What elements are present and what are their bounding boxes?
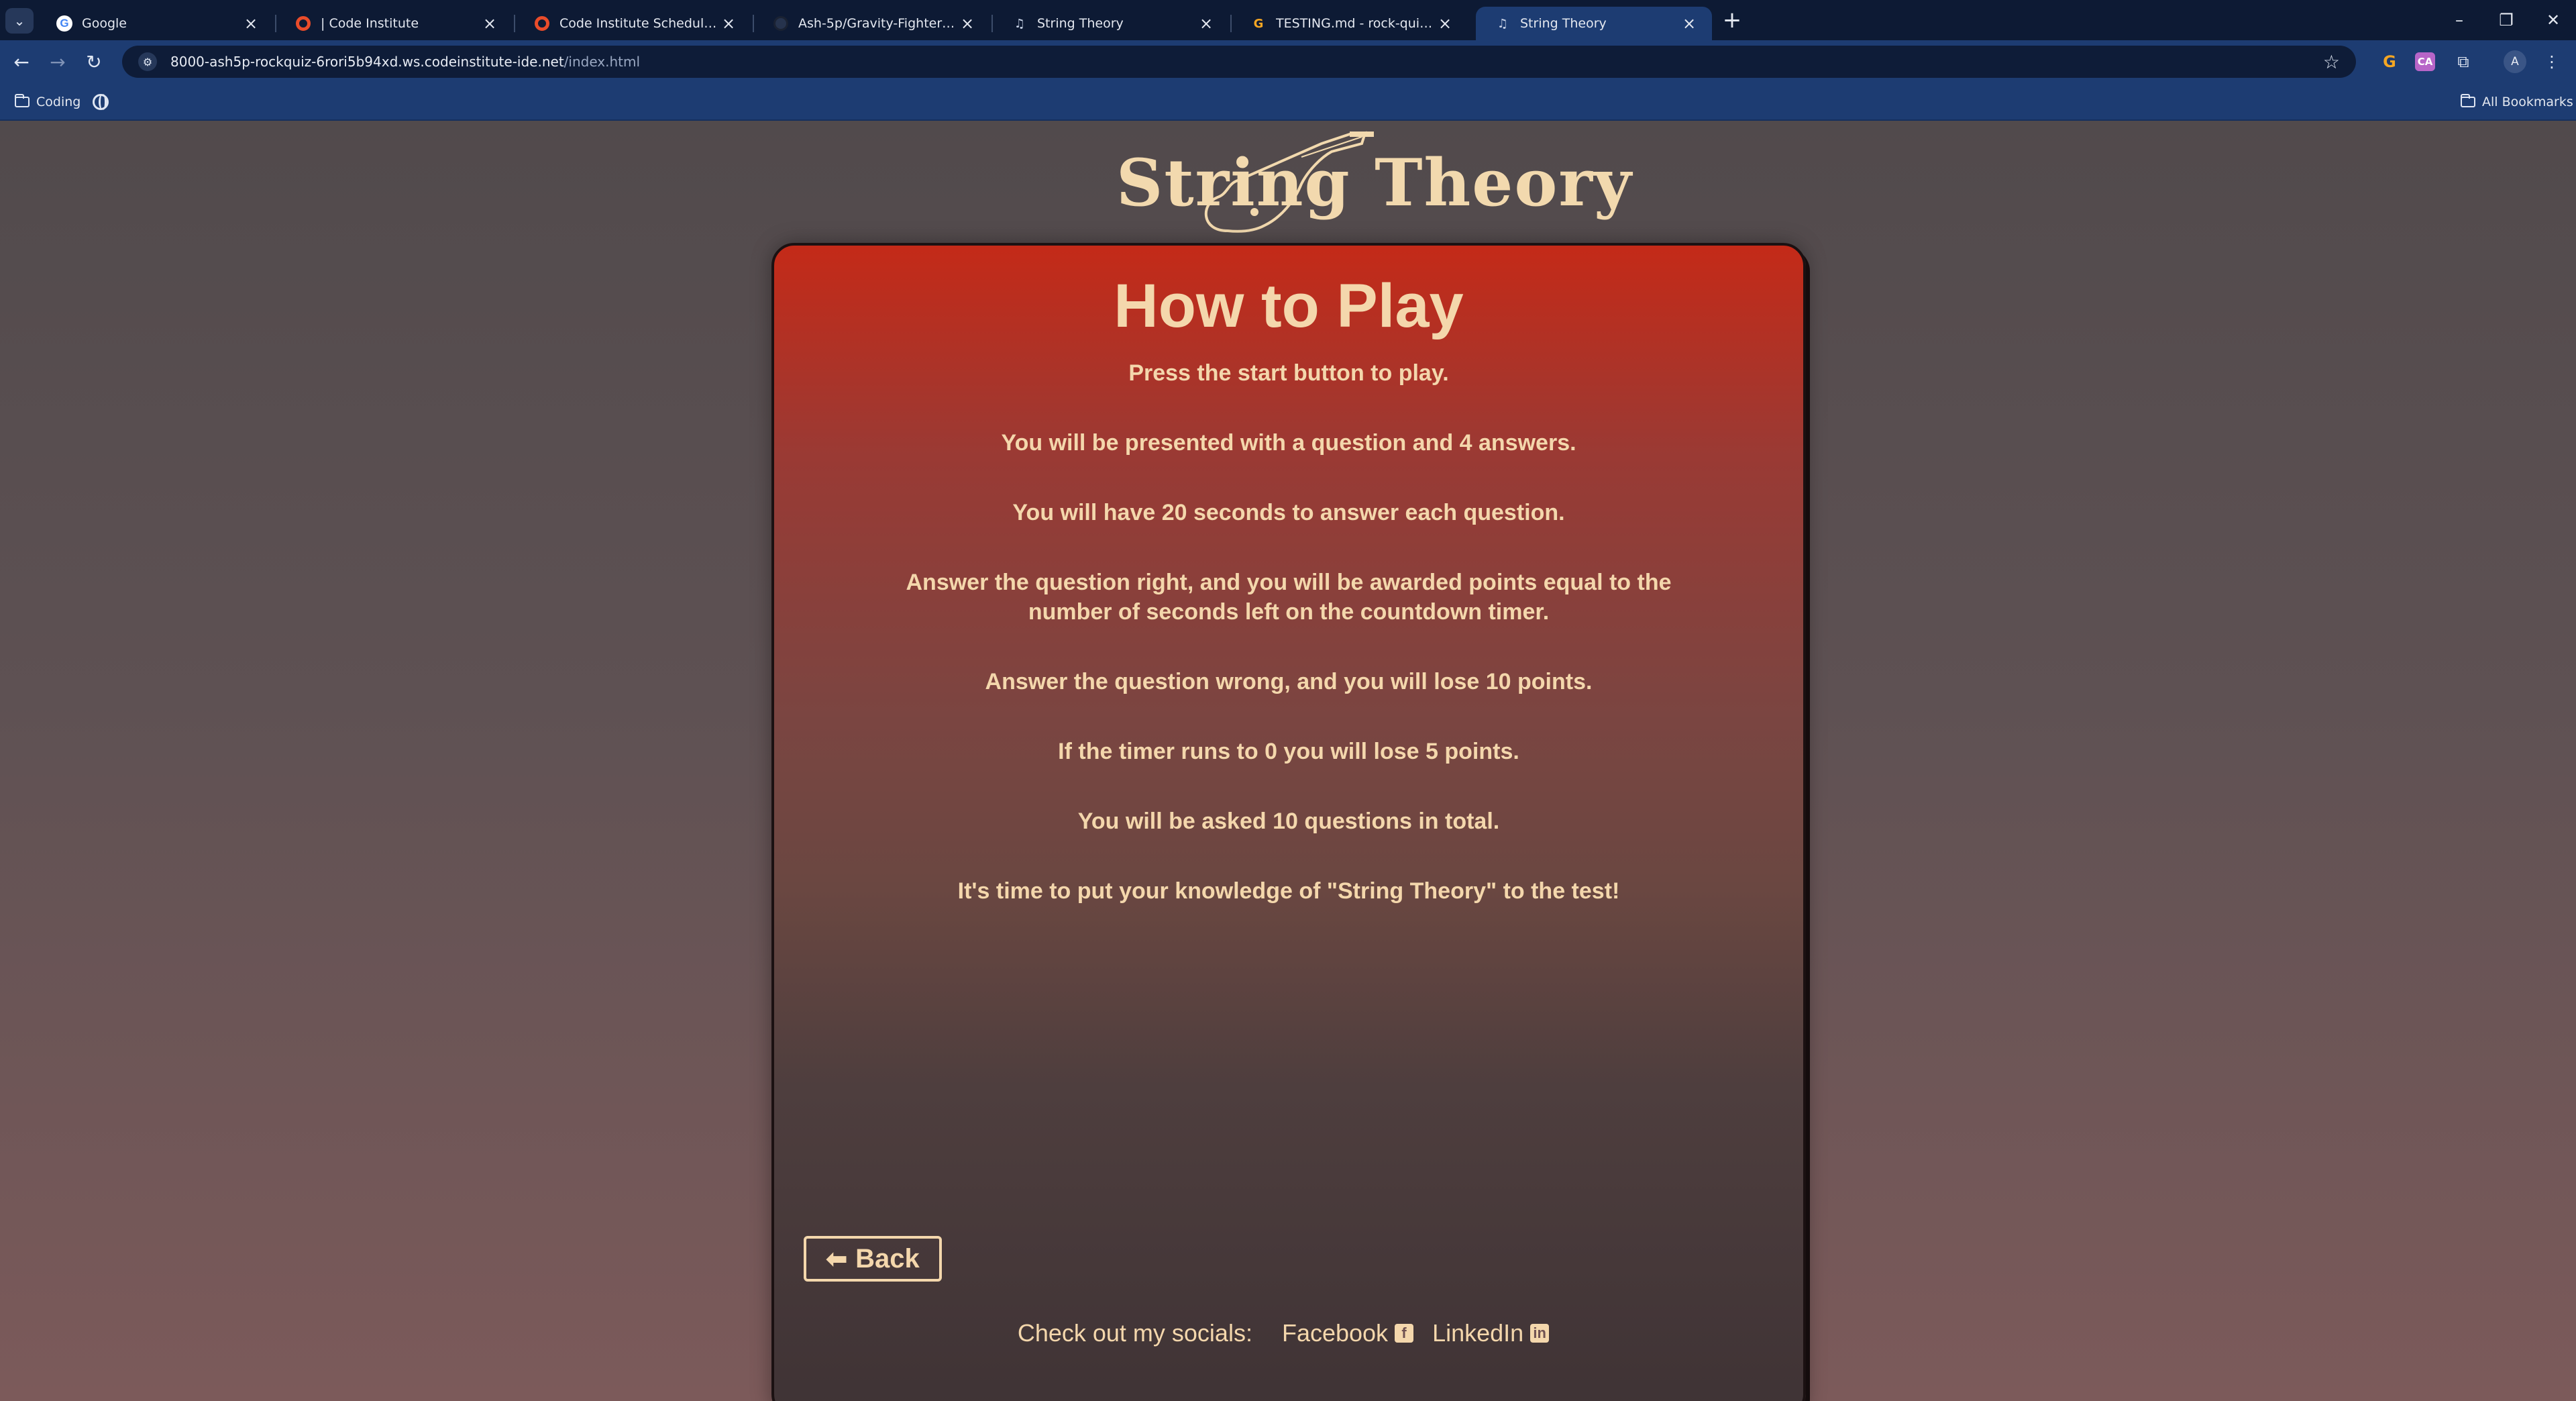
close-icon[interactable]: × (241, 14, 260, 33)
rules-list: Press the start button to play. You will… (774, 358, 1803, 906)
tab-title: String Theory (1520, 16, 1607, 31)
minimize-button[interactable]: – (2439, 5, 2479, 35)
ca-extension-icon[interactable]: CA (2415, 52, 2435, 71)
close-icon[interactable]: × (958, 14, 977, 33)
reload-icon: ↻ (86, 50, 102, 73)
linkedin-icon: in (1530, 1324, 1550, 1343)
tab-title: | Code Institute (321, 16, 419, 31)
url-text: 8000-ash5p-rockquiz-6rori5b94xd.ws.codei… (170, 54, 640, 70)
arrow-left-icon: ← (13, 50, 30, 73)
bookmarks-bar: Coding All Bookmarks (0, 83, 2576, 121)
folder-icon (2461, 94, 2475, 107)
github-icon (773, 15, 789, 32)
rule-text: If the timer runs to 0 you will lose 5 p… (1058, 739, 1519, 764)
tab-github[interactable]: Ash-5p/Gravity-Fighters: Subm × (754, 7, 990, 40)
tab-google[interactable]: G Google × (38, 7, 274, 40)
tab-gitpod[interactable]: G TESTING.md - rock-quiz - Gitp × (1232, 7, 1468, 40)
arrow-right-icon: → (50, 50, 66, 73)
bookmark-star-icon[interactable]: ☆ (2323, 51, 2340, 73)
globe-icon (93, 94, 109, 110)
tab-string-theory[interactable]: ♫ String Theory × (993, 7, 1229, 40)
bookmark-label: All Bookmarks (2482, 95, 2573, 109)
close-icon[interactable]: × (1197, 14, 1216, 33)
url-path: /index.html (564, 54, 641, 70)
tab-title: Google (82, 16, 127, 31)
footer-lead: Check out my socials: (1017, 1319, 1252, 1347)
back-button[interactable]: ⬅ Back (804, 1236, 942, 1282)
tab-code-institute[interactable]: | Code Institute × (276, 7, 513, 40)
linkedin-label: LinkedIn (1432, 1319, 1524, 1347)
tab-title: String Theory (1037, 16, 1124, 31)
tab-title: Ash-5p/Gravity-Fighters: Subm (798, 16, 958, 31)
page-title: How to Play (1114, 272, 1464, 340)
arrow-left-icon: ⬅ (826, 1245, 848, 1274)
facebook-label: Facebook (1281, 1319, 1389, 1347)
code-institute-icon (295, 15, 311, 32)
gitpod-extension-icon[interactable]: G (2377, 50, 2402, 74)
rule-text: It's time to put your knowledge of "Stri… (957, 878, 1620, 904)
minimize-icon: – (2455, 11, 2463, 30)
folder-icon (15, 94, 30, 107)
close-icon[interactable]: × (719, 14, 738, 33)
tab-search-button[interactable]: ⌄ (5, 8, 34, 34)
footer: Check out my socials: Facebook f LinkedI… (0, 1319, 2576, 1347)
tab-title: Code Institute Schedule Genera (559, 16, 719, 31)
string-theory-icon: ♫ (1497, 16, 1509, 31)
logo-text: String Theory (1116, 145, 1633, 221)
tab-strip: ⌄ G Google × | Code Institute × Code Ins… (0, 0, 2576, 40)
bookmark-label: Coding (36, 95, 81, 109)
extensions-puzzle-icon[interactable]: ⧉ (2451, 50, 2475, 74)
restore-button[interactable]: ❐ (2486, 5, 2526, 35)
how-to-play-card: How to Play Press the start button to pl… (771, 243, 1806, 1401)
code-institute-icon (534, 15, 550, 32)
facebook-link[interactable]: Facebook f (1281, 1319, 1414, 1347)
close-window-button[interactable]: ✕ (2533, 5, 2573, 35)
google-icon: G (56, 15, 72, 32)
site-logo[interactable]: String Theory (1100, 130, 1631, 238)
close-icon[interactable]: × (480, 14, 499, 33)
close-icon[interactable]: × (1680, 14, 1699, 33)
menu-kebab-icon[interactable]: ⋮ (2540, 50, 2564, 74)
plus-icon: + (1722, 7, 1742, 34)
restore-icon: ❐ (2499, 11, 2514, 30)
rule-text: Answer the question wrong, and you will … (985, 669, 1593, 694)
tab-schedule-generator[interactable]: Code Institute Schedule Genera × (515, 7, 751, 40)
rule-text: You will be presented with a question an… (1001, 430, 1576, 456)
bookmark-folder-coding[interactable]: Coding (15, 91, 80, 113)
forward-nav-button[interactable]: → (43, 47, 72, 76)
new-tab-button[interactable]: + (1719, 7, 1746, 34)
back-button-label: Back (855, 1243, 920, 1274)
browser-toolbar: ← → ↻ ⚙ 8000-ash5p-rockquiz-6rori5b94xd.… (0, 40, 2576, 83)
rule-text: Answer the question right, and you will … (906, 570, 1672, 625)
tab-title: TESTING.md - rock-quiz - Gitp (1276, 16, 1436, 31)
chevron-down-icon: ⌄ (13, 13, 25, 29)
string-theory-icon: ♫ (1014, 16, 1026, 31)
all-bookmarks-button[interactable]: All Bookmarks (2461, 91, 2573, 113)
page-content: String Theory How to Play Press the star… (0, 121, 2576, 1401)
linkedin-link[interactable]: LinkedIn in (1432, 1319, 1550, 1347)
profile-avatar[interactable]: A (2504, 50, 2526, 73)
bookmark-globe[interactable] (93, 91, 109, 113)
back-nav-button[interactable]: ← (7, 47, 36, 76)
rule-text: You will have 20 seconds to answer each … (1012, 500, 1565, 525)
url-host: 8000-ash5p-rockquiz-6rori5b94xd.ws.codei… (170, 54, 564, 70)
rule-text: You will be asked 10 questions in total. (1077, 809, 1500, 834)
tab-string-theory-active[interactable]: ♫ String Theory × (1476, 7, 1712, 40)
facebook-icon: f (1395, 1324, 1414, 1343)
site-info-icon[interactable]: ⚙ (138, 52, 157, 71)
gitpod-icon: G (1253, 16, 1264, 31)
close-icon[interactable]: × (1436, 14, 1454, 33)
address-bar[interactable]: ⚙ 8000-ash5p-rockquiz-6rori5b94xd.ws.cod… (122, 46, 2356, 78)
rule-text: Press the start button to play. (1128, 360, 1449, 386)
close-icon: ✕ (2546, 11, 2561, 30)
reload-button[interactable]: ↻ (79, 47, 109, 76)
